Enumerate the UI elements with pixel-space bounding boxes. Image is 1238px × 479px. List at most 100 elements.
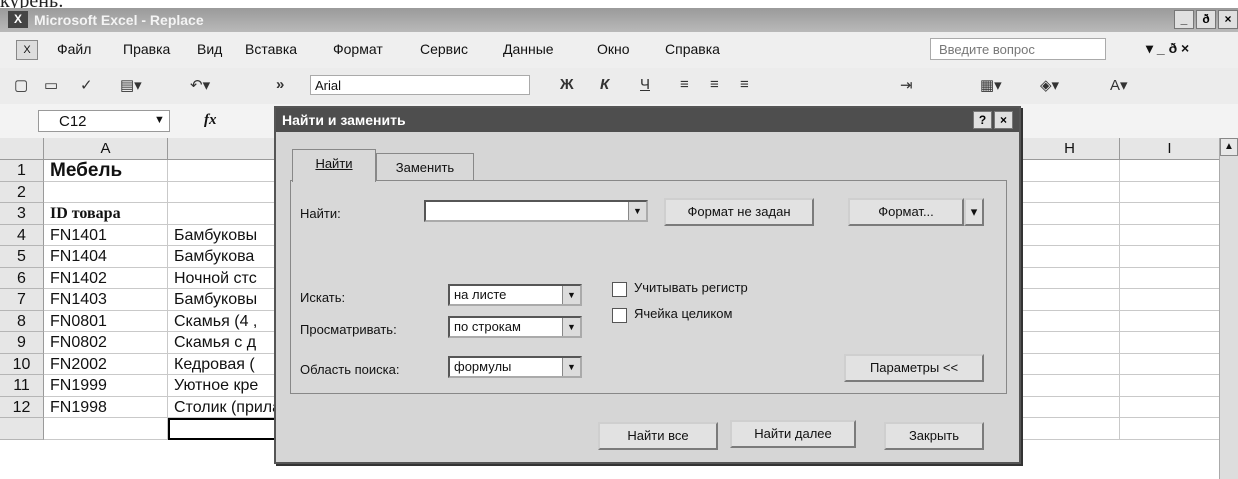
- menu-window[interactable]: Окно: [597, 41, 630, 57]
- find-all-button[interactable]: Найти все: [598, 422, 718, 450]
- question-input[interactable]: Введите вопрос: [930, 38, 1106, 60]
- italic-button[interactable]: К: [600, 76, 609, 93]
- minimize-button[interactable]: _: [1174, 10, 1194, 29]
- cell-empty[interactable]: [1120, 203, 1220, 225]
- document-icon[interactable]: X: [16, 40, 38, 60]
- row-header[interactable]: 7: [0, 289, 44, 311]
- font-color-icon[interactable]: A▾: [1110, 76, 1128, 94]
- cell-a[interactable]: FN1401: [44, 224, 168, 246]
- dialog-close-button[interactable]: ×: [994, 111, 1013, 129]
- menu-data[interactable]: Данные: [503, 41, 554, 57]
- toolbar-overflow-icon[interactable]: »: [276, 76, 284, 93]
- row-header[interactable]: 1: [0, 160, 44, 182]
- scroll-up-icon[interactable]: ▲: [1220, 138, 1238, 156]
- select-all-corner[interactable]: [0, 138, 44, 160]
- search-scope-dropdown-icon[interactable]: ▼: [562, 286, 580, 304]
- close-window-button[interactable]: ×: [1218, 10, 1238, 29]
- cell-empty[interactable]: [1020, 396, 1120, 418]
- indent-icon[interactable]: ⇥: [900, 76, 913, 94]
- column-header-h[interactable]: H: [1020, 138, 1120, 160]
- menu-format[interactable]: Формат: [333, 41, 383, 57]
- cell-empty[interactable]: [1120, 246, 1220, 268]
- name-box[interactable]: C12: [38, 110, 170, 132]
- row-header[interactable]: 6: [0, 267, 44, 289]
- cell-empty[interactable]: [1020, 224, 1120, 246]
- menu-help[interactable]: Справка: [665, 41, 720, 57]
- cell-empty[interactable]: [1120, 181, 1220, 203]
- cell-a[interactable]: FN0802: [44, 332, 168, 354]
- cell-a[interactable]: Мебель: [44, 160, 168, 182]
- cell-empty[interactable]: [1120, 310, 1220, 332]
- look-in-dropdown-icon[interactable]: ▼: [562, 358, 580, 376]
- find-dropdown-icon[interactable]: ▼: [628, 202, 646, 220]
- tab-replace[interactable]: Заменить: [376, 153, 474, 183]
- cell-empty[interactable]: [1120, 396, 1220, 418]
- maximize-button[interactable]: ð: [1196, 10, 1216, 29]
- browse-order-select[interactable]: по строкам ▼: [448, 316, 582, 338]
- find-next-button[interactable]: Найти далее: [730, 420, 856, 448]
- cell-a[interactable]: FN1404: [44, 246, 168, 268]
- name-box-dropdown-icon[interactable]: ▼: [154, 114, 165, 126]
- font-name-box[interactable]: Arial: [310, 75, 530, 95]
- cell-empty[interactable]: [1020, 267, 1120, 289]
- open-icon[interactable]: ▭: [44, 76, 58, 94]
- menu-edit[interactable]: Правка: [123, 41, 170, 57]
- row-header[interactable]: 10: [0, 353, 44, 375]
- cell-empty[interactable]: [1120, 353, 1220, 375]
- format-dropdown-icon[interactable]: ▾: [964, 198, 984, 226]
- cell-empty[interactable]: [1020, 246, 1120, 268]
- cell-empty[interactable]: [1020, 160, 1120, 182]
- bold-button[interactable]: Ж: [560, 76, 574, 93]
- search-scope-select[interactable]: на листе ▼: [448, 284, 582, 306]
- row-header[interactable]: 5: [0, 246, 44, 268]
- menu-insert[interactable]: Вставка: [245, 41, 297, 57]
- row-header[interactable]: 2: [0, 181, 44, 203]
- underline-button[interactable]: Ч: [640, 76, 650, 93]
- cell-empty[interactable]: [1020, 310, 1120, 332]
- function-icon[interactable]: fx: [204, 112, 217, 129]
- cell-a[interactable]: FN2002: [44, 353, 168, 375]
- cell-a[interactable]: [44, 418, 168, 440]
- cell-a[interactable]: FN1998: [44, 396, 168, 418]
- format-button[interactable]: Формат...: [848, 198, 964, 226]
- match-entire-cell-checkbox[interactable]: [612, 308, 627, 323]
- close-dialog-button[interactable]: Закрыть: [884, 422, 984, 450]
- cell-a[interactable]: FN1403: [44, 289, 168, 311]
- row-header[interactable]: 4: [0, 224, 44, 246]
- row-header[interactable]: [0, 418, 44, 440]
- menu-tools[interactable]: Сервис: [420, 41, 468, 57]
- row-header[interactable]: 3: [0, 203, 44, 225]
- borders-icon[interactable]: ▦▾: [980, 76, 1002, 94]
- new-icon[interactable]: ▢: [14, 76, 28, 94]
- cell-a[interactable]: FN1402: [44, 267, 168, 289]
- cell-a[interactable]: FN0801: [44, 310, 168, 332]
- align-center-icon[interactable]: ≡: [710, 76, 719, 93]
- tab-find[interactable]: Найти: [292, 149, 376, 182]
- row-header[interactable]: 8: [0, 310, 44, 332]
- doc-window-controls[interactable]: ▾ _ ð ×: [1146, 40, 1189, 57]
- row-header[interactable]: 11: [0, 375, 44, 397]
- cell-empty[interactable]: [1020, 289, 1120, 311]
- match-case-checkbox[interactable]: [612, 282, 627, 297]
- cell-empty[interactable]: [1120, 289, 1220, 311]
- format-status-button[interactable]: Формат не задан: [664, 198, 814, 226]
- cell-empty[interactable]: [1020, 332, 1120, 354]
- cell-empty[interactable]: [1120, 224, 1220, 246]
- cell-empty[interactable]: [1120, 375, 1220, 397]
- cell-empty[interactable]: [1120, 267, 1220, 289]
- cell-a[interactable]: ID товара: [44, 203, 168, 225]
- column-header-i[interactable]: I: [1120, 138, 1220, 160]
- column-header-a[interactable]: A: [44, 138, 168, 160]
- cell-empty[interactable]: [1020, 181, 1120, 203]
- find-what-input[interactable]: ▼: [424, 200, 648, 222]
- cell-empty[interactable]: [1020, 418, 1120, 440]
- cell-empty[interactable]: [1120, 160, 1220, 182]
- menu-view[interactable]: Вид: [197, 41, 222, 57]
- cell-empty[interactable]: [1020, 375, 1120, 397]
- cell-empty[interactable]: [1020, 203, 1120, 225]
- menu-file[interactable]: Файл: [57, 41, 91, 57]
- cell-empty[interactable]: [1120, 418, 1220, 440]
- spelling-icon[interactable]: ✓: [80, 76, 93, 94]
- undo-icon[interactable]: ↶▾: [190, 76, 210, 94]
- browse-order-dropdown-icon[interactable]: ▼: [562, 318, 580, 336]
